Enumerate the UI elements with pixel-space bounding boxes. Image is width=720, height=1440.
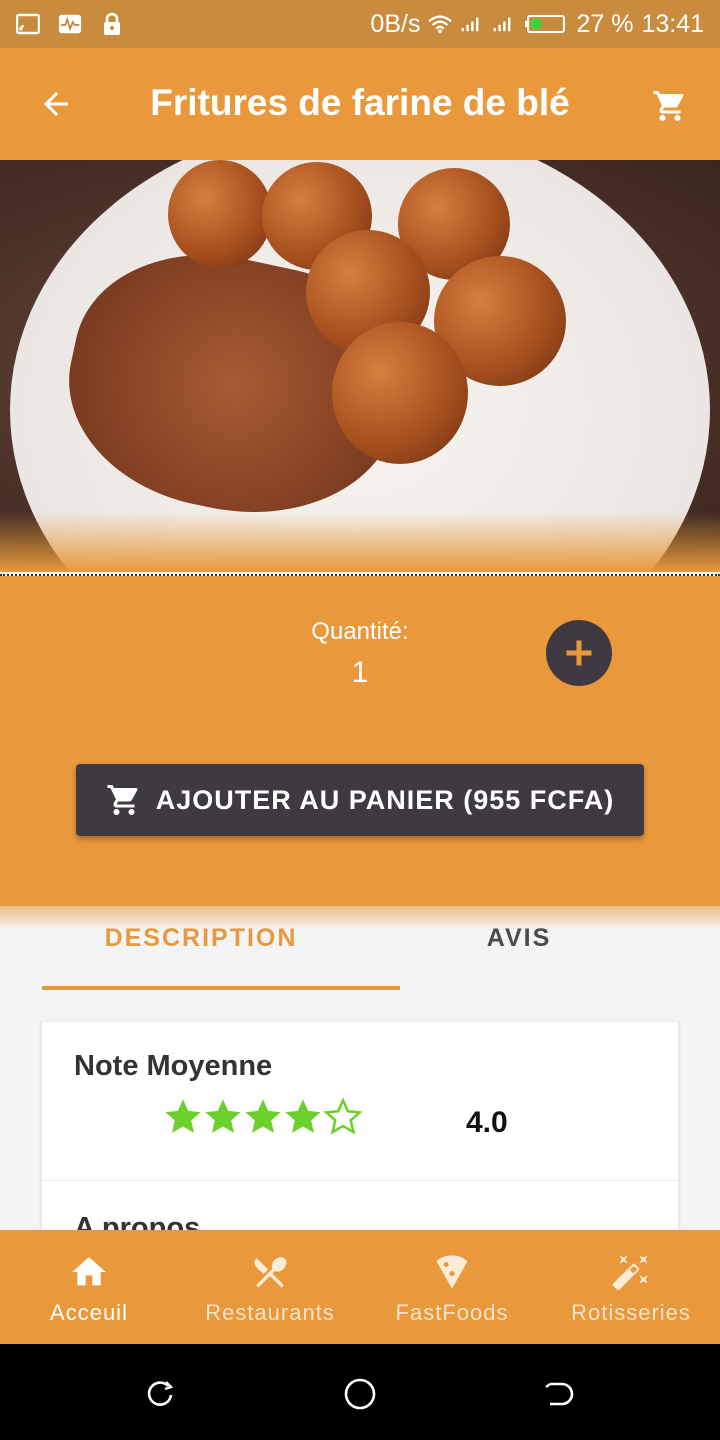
cast-icon bbox=[16, 12, 40, 36]
star-filled-icon bbox=[245, 1099, 281, 1133]
utensils-icon bbox=[254, 1257, 287, 1288]
nav-item-restaurants[interactable]: Restaurants bbox=[180, 1230, 360, 1344]
nav-item-rotisseries[interactable]: Rotisseries bbox=[542, 1230, 720, 1344]
tab-description[interactable]: DESCRIPTION bbox=[42, 906, 360, 990]
system-navigation-bar bbox=[0, 1344, 720, 1440]
star-filled-icon bbox=[165, 1099, 201, 1133]
page-title: Fritures de farine de blé bbox=[150, 82, 570, 123]
average-rating-value: 4.0 bbox=[466, 1106, 508, 1139]
signal-icon bbox=[460, 12, 484, 36]
back-system-button[interactable] bbox=[538, 1374, 578, 1414]
home-system-button[interactable] bbox=[340, 1374, 380, 1414]
quantity-label: Quantité: bbox=[311, 618, 409, 645]
cart-icon bbox=[653, 91, 684, 121]
signal-icon bbox=[492, 12, 516, 36]
star-rating bbox=[164, 1098, 362, 1136]
pizza-icon bbox=[436, 1255, 468, 1289]
increase-quantity-button[interactable] bbox=[546, 620, 612, 686]
magic-wand-icon bbox=[612, 1255, 648, 1291]
recent-apps-icon bbox=[147, 1381, 174, 1406]
star-filled-icon bbox=[205, 1099, 241, 1133]
bottom-navigation: Acceuil Restaurants FastFoods Rotisserie… bbox=[0, 1230, 720, 1344]
back-system-icon bbox=[545, 1382, 574, 1406]
product-image bbox=[0, 160, 720, 572]
order-panel: Quantité: 1 AJOUTER AU PANIER (955 FCFA) bbox=[0, 576, 720, 930]
fritter-shape bbox=[332, 322, 468, 464]
fritter-shape bbox=[168, 160, 272, 268]
clock: 13:41 bbox=[641, 9, 704, 38]
plus-icon bbox=[566, 640, 592, 666]
nav-item-fastfoods[interactable]: FastFoods bbox=[362, 1230, 542, 1344]
network-speed: 0B/s bbox=[370, 9, 421, 38]
average-rating-heading: Note Moyenne bbox=[74, 1050, 273, 1082]
quantity-value: 1 bbox=[351, 656, 369, 689]
tab-indicator bbox=[42, 986, 400, 990]
nav-item-home[interactable]: Acceuil bbox=[0, 1230, 178, 1344]
nav-label: Acceuil bbox=[50, 1300, 128, 1325]
activity-icon bbox=[58, 12, 82, 36]
app-bar: Fritures de farine de blé bbox=[0, 48, 720, 160]
home-icon bbox=[72, 1257, 106, 1286]
battery-percent: 27 % bbox=[576, 9, 634, 38]
tab-bar: DESCRIPTION AVIS bbox=[42, 906, 678, 990]
recent-apps-button[interactable] bbox=[140, 1374, 180, 1414]
nav-label: FastFoods bbox=[395, 1300, 509, 1325]
nav-label: Restaurants bbox=[205, 1300, 335, 1325]
star-empty-icon bbox=[324, 1098, 362, 1135]
cart-button[interactable] bbox=[642, 78, 698, 134]
wifi-icon bbox=[428, 12, 453, 36]
nav-label: Rotisseries bbox=[571, 1300, 691, 1325]
star-filled-icon bbox=[285, 1099, 321, 1133]
status-bar: 0B/s 27 % 13:41 bbox=[0, 0, 720, 48]
lock-icon bbox=[100, 12, 124, 36]
add-to-cart-label: AJOUTER AU PANIER (955 FCFA) bbox=[155, 784, 615, 815]
battery-icon bbox=[524, 12, 568, 36]
cart-icon bbox=[107, 785, 138, 815]
add-to-cart-button[interactable]: AJOUTER AU PANIER (955 FCFA) bbox=[76, 764, 644, 836]
tab-reviews[interactable]: AVIS bbox=[360, 906, 678, 990]
circle-home-icon bbox=[344, 1378, 376, 1410]
